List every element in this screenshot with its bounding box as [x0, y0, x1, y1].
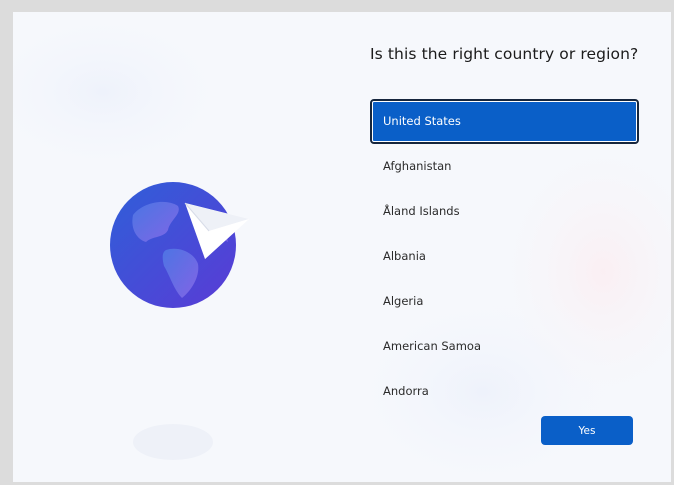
yes-button[interactable]: Yes [541, 416, 633, 445]
list-item-andorra[interactable]: Andorra [370, 369, 639, 414]
page-title: Is this the right country or region? [370, 45, 639, 63]
illustration-panel [13, 12, 353, 482]
list-item-afghanistan[interactable]: Afghanistan [370, 144, 639, 189]
country-list[interactable]: United States Afghanistan Åland Islands … [370, 99, 639, 414]
setup-window: Is this the right country or region? Uni… [13, 12, 671, 482]
list-item-united-states[interactable]: United States [370, 99, 639, 144]
list-item-american-samoa[interactable]: American Samoa [370, 324, 639, 369]
list-item-albania[interactable]: Albania [370, 234, 639, 279]
list-item-algeria[interactable]: Algeria [370, 279, 639, 324]
paper-plane-icon [184, 202, 249, 259]
list-item-aland-islands[interactable]: Åland Islands [370, 189, 639, 234]
